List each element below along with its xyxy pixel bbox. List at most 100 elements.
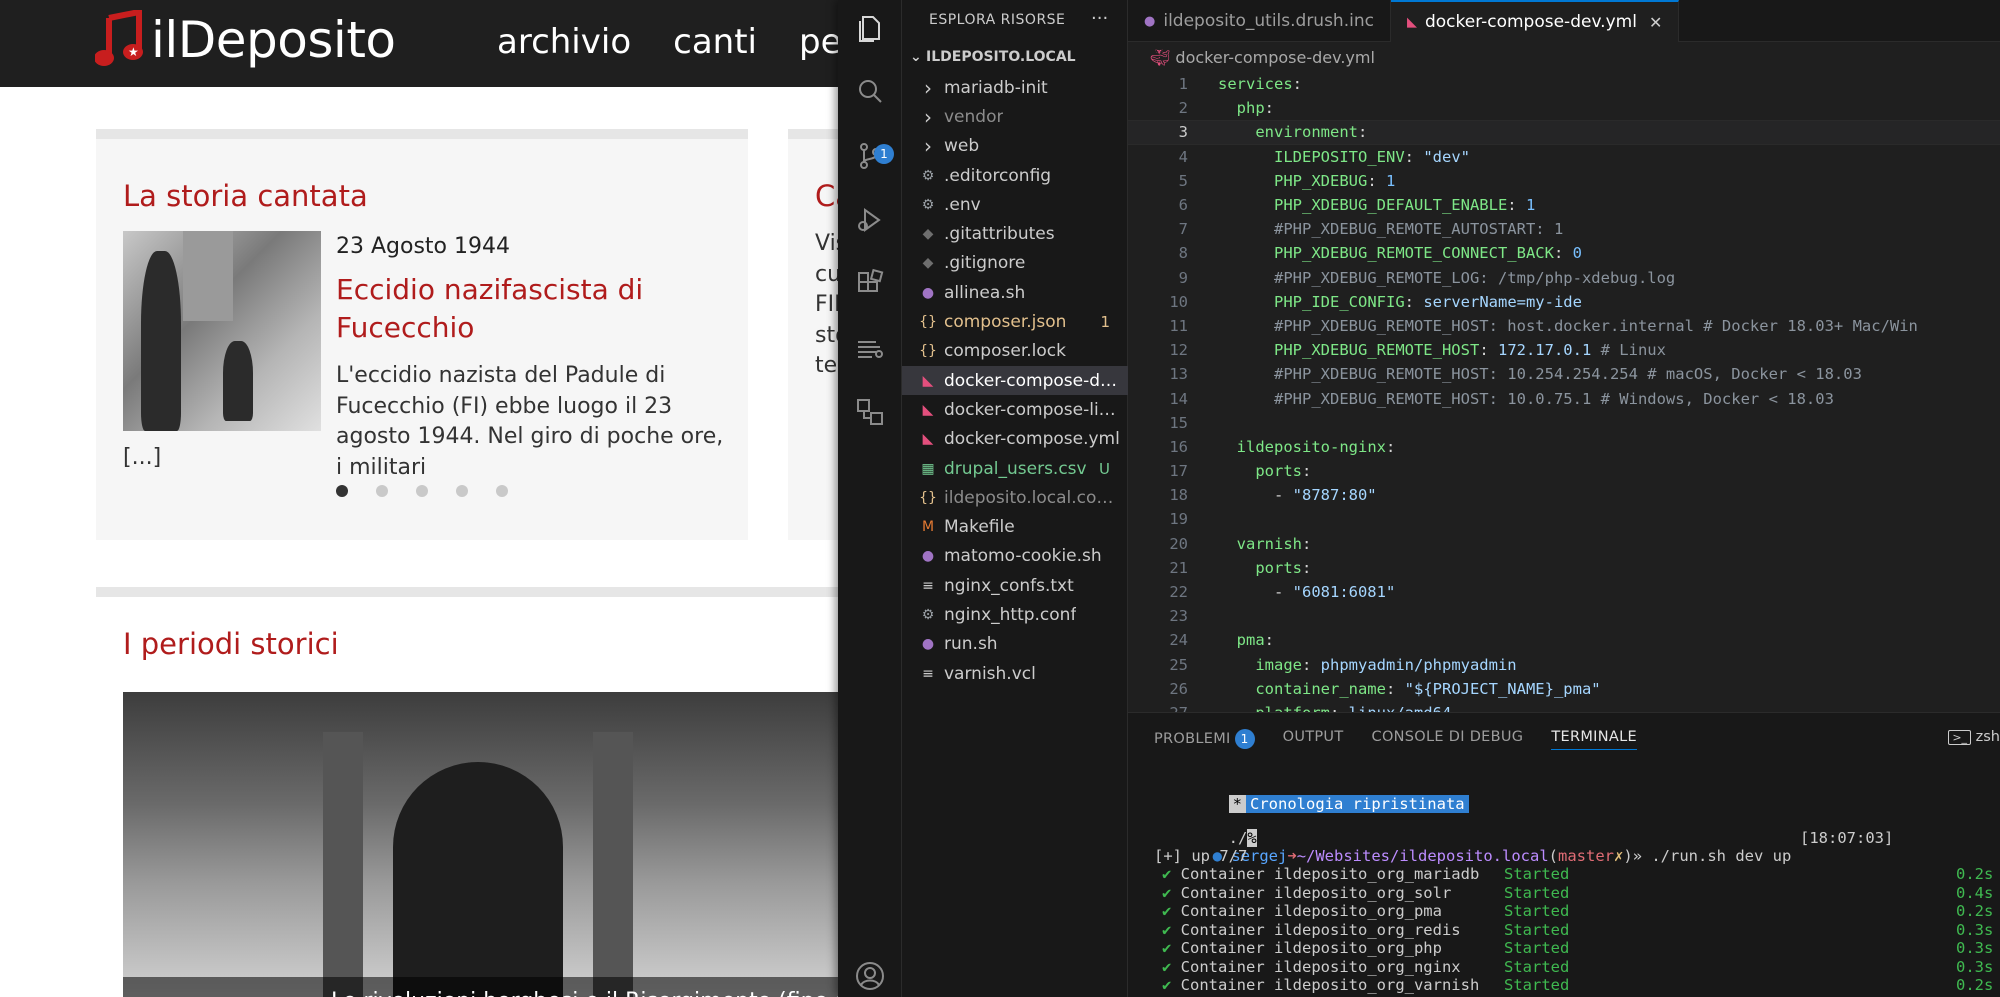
container-status-line: ✔ Container ildeposito_org_redis [1162,921,1522,939]
account-icon[interactable] [854,960,886,992]
side-card-line: tes [815,353,840,378]
code-line: 16 ildeposito-nginx: [1128,435,2000,459]
panel-tab-label: PROBLEMI [1154,731,1231,747]
file-tree-item[interactable]: ≡ nginx_confs.txt [902,571,1128,600]
carousel-dot[interactable] [376,485,388,497]
root-folder-label: ILDEPOSITO.LOCAL [926,49,1076,65]
explorer-root-folder[interactable]: ⌄ ILDEPOSITO.LOCAL [910,49,1076,65]
carousel-dot[interactable] [336,485,348,497]
file-tree-item[interactable]: ◣ docker-compose-live.yml [902,395,1128,424]
file-tree-item[interactable]: › vendor [902,102,1128,131]
containers-icon[interactable] [854,396,886,428]
music-note-icon: ★ [94,8,147,70]
file-tree-label: ildeposito.local.code-workspace [944,487,1124,508]
run-debug-icon[interactable] [854,204,886,236]
breadcrumb-file: docker-compose-dev.yml [1175,48,1375,67]
code-text: PHP_XDEBUG_REMOTE_CONNECT_BACK: 0 [1274,244,1582,263]
file-tree-label: .gitignore [944,253,1026,274]
line-number: 11 [1169,316,1188,335]
container-status: Started [1504,920,1570,939]
panel-tabs: PROBLEMI 1 OUTPUT CONSOLE DI DEBUG TERMINALE [1154,729,1637,750]
terminal-shell-label[interactable]: >_ zsh [1948,729,2000,745]
code-line: 25 image: phpmyadmin/phpmyadmin [1128,653,2000,677]
carousel-dot[interactable] [416,485,428,497]
file-tree-item[interactable]: ≡ varnish.vcl [902,659,1128,688]
story-photo[interactable] [123,231,321,431]
file-tree-item[interactable]: M Makefile [902,512,1128,541]
check-icon: ✔ [1162,939,1181,957]
file-tree-item[interactable]: ● run.sh [902,630,1128,659]
code-text: PHP_XDEBUG: 1 [1274,171,1396,190]
file-tree-label: varnish.vcl [944,663,1036,684]
code-view[interactable]: 1 services: 2 php: 3 environment: 4 ILDEPOSI… [1128,72,2000,725]
docker-icon: ◣ [1406,14,1417,30]
code-line: 9 #PHP_XDEBUG_REMOTE_LOG: /tmp/php-xdebu… [1128,266,2000,290]
container-time: 0.3s [1956,920,1994,939]
file-tree-label: docker-compose.yml [944,429,1120,450]
nav-archivio[interactable]: archivio [497,22,631,62]
code-line: 21 ports: [1128,556,2000,580]
code-text: - "8787:80" [1218,486,1377,505]
file-tree-item[interactable]: ◆ .gitignore [902,249,1128,278]
container-name: ildeposito_org_varnish [1274,976,1480,994]
panel-tab[interactable]: PROBLEMI 1 [1154,729,1255,750]
more-actions-icon[interactable]: ··· [1091,8,1108,29]
nav-per[interactable]: per [799,22,840,62]
chevron-right-icon: › [924,75,932,100]
editor-tab[interactable]: ◣ docker-compose-dev.yml ✕ [1390,0,1680,42]
code-line: 5 PHP_XDEBUG: 1 [1128,169,2000,193]
carousel-dot[interactable] [496,485,508,497]
code-text: PHP_XDEBUG_DEFAULT_ENABLE: 1 [1274,196,1536,215]
prompt-path: ~/Websites/ildeposito.local [1296,847,1549,865]
editor-tab-label: docker-compose-dev.yml [1424,12,1637,32]
close-icon[interactable]: ✕ [1649,13,1662,32]
file-tree-item[interactable]: ⚙ .editorconfig [902,161,1128,190]
website: ★ ilDeposito archivio canti per La stori… [0,0,840,997]
file-tree-item[interactable]: ◣ docker-compose-dev.yml [902,365,1128,396]
file-tree-label: Makefile [944,517,1015,538]
problems-badge: 1 [1234,729,1255,749]
periods-photo[interactable]: Le rivoluzioni borghesi e il Risorgiment… [123,692,840,997]
file-tree-item[interactable]: ◣ docker-compose.yml [902,425,1128,454]
panel-tab-label: TERMINALE [1551,729,1637,745]
site-logo[interactable]: ★ ilDeposito [94,8,396,70]
prompt-dirty-mark: ✗ [1614,847,1624,865]
file-tree-item[interactable]: {} composer.json 1 [902,307,1128,336]
story-more[interactable]: [...] [123,445,161,470]
file-tree-item[interactable]: ▦ drupal_users.csv U [902,454,1128,483]
panel-tab[interactable]: TERMINALE [1551,729,1637,750]
code-line: 13 #PHP_XDEBUG_REMOTE_HOST: 10.254.254.2… [1128,362,2000,386]
file-tree-item[interactable]: {} ildeposito.local.code-workspace [902,483,1128,512]
file-tree-item[interactable]: ◆ .gitattributes [902,219,1128,248]
remote-icon[interactable] [854,332,886,364]
file-tree-item[interactable]: ⚙ .env [902,190,1128,219]
panel-tab[interactable]: CONSOLE DI DEBUG [1372,729,1524,750]
line-number: 15 [1169,413,1188,432]
extensions-icon[interactable] [854,268,886,300]
csv-icon: ▦ [921,460,935,477]
file-tree-item[interactable]: ● matomo-cookie.sh [902,542,1128,571]
file-tree-item[interactable]: ● allinea.sh [902,278,1128,307]
code-line: 14 #PHP_XDEBUG_REMOTE_HOST: 10.0.75.1 # … [1128,386,2000,410]
story-body: L'eccidio nazista del Padule di Fucecchi… [336,363,724,480]
container-status: Started [1504,957,1570,976]
check-icon: ✔ [1162,957,1181,976]
search-icon[interactable] [854,76,886,108]
container-name: ildeposito_org_php [1274,939,1442,957]
carousel-dot[interactable] [456,485,468,497]
file-tree-item[interactable]: › web [902,132,1128,161]
explorer-panel: ESPLORA RISORSE ··· ⌄ ILDEPOSITO.LOCAL › m… [902,0,1128,997]
code-line: 3 environment: [1128,120,2000,145]
file-tree-item[interactable]: ⚙ nginx_http.conf [902,600,1128,629]
code-text: varnish: [1236,534,1312,553]
container-time: 0.2s [1956,902,1994,920]
panel-tab[interactable]: OUTPUT [1283,729,1344,750]
breadcrumb[interactable]: 🐳︎ docker-compose-dev.yml [1150,48,1375,67]
file-tree-item[interactable]: {} composer.lock [902,337,1128,366]
nav-canti[interactable]: canti [673,22,757,62]
explorer-icon[interactable] [854,12,886,44]
periods-card: I periodi storici Le rivoluzioni borghes… [96,587,840,997]
file-tree-item[interactable]: › mariadb-init [902,73,1128,102]
story-headline[interactable]: Eccidio nazifascista di Fucecchio [336,271,726,347]
editor-tab[interactable]: ● ildeposito_utils.drush.inc [1128,0,1391,42]
